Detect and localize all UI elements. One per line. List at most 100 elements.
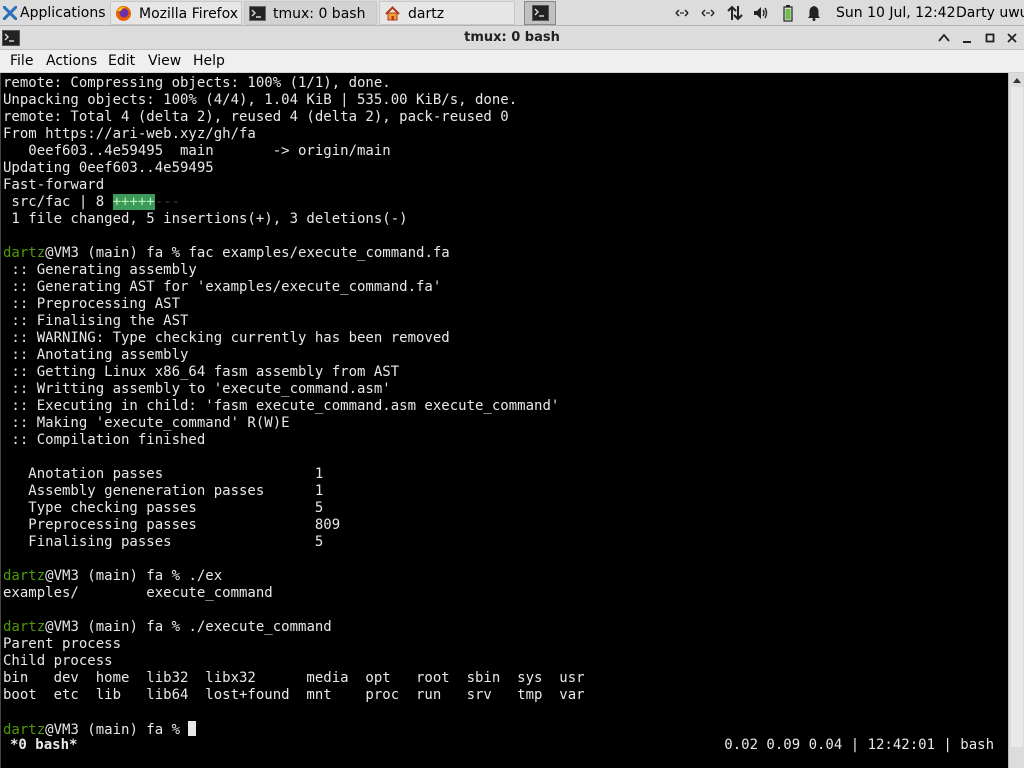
terminal-line-text: :: Finalising the AST <box>3 313 189 329</box>
terminal-line: dartz@VM3 (main) fa % ./ex <box>3 568 1007 585</box>
terminal-line-text: :: Getting Linux x86_64 fasm assembly fr… <box>3 364 400 380</box>
terminal-line-text: Anotation passes 1 <box>3 466 324 482</box>
menu-view[interactable]: View <box>144 50 185 72</box>
terminal-scrollbar[interactable] <box>1008 73 1024 768</box>
window-title: tmux: 0 bash <box>464 30 560 45</box>
applications-menu-button[interactable]: Applications <box>0 1 108 25</box>
firefox-icon <box>116 6 131 21</box>
shade-window-icon[interactable] <box>937 31 951 45</box>
terminal-line-text: Unpacking objects: 100% (4/4), 1.04 KiB … <box>3 92 518 108</box>
terminal-line: :: Making 'execute_command' R(W)E <box>3 415 1007 432</box>
terminal-line: :: Writting assembly to 'execute_command… <box>3 381 1007 398</box>
volume-icon[interactable] <box>752 4 770 22</box>
terminal-line: Preprocessing passes 809 <box>3 517 1007 534</box>
terminal-line: Type checking passes 5 <box>3 500 1007 517</box>
terminal-line-text: boot etc lib lib64 lost+found mnt proc r… <box>3 687 585 703</box>
terminal-line: remote: Compressing objects: 100% (1/1),… <box>3 75 1007 92</box>
terminal-cursor <box>188 721 197 736</box>
terminal-line: Parent process <box>3 636 1007 653</box>
terminal-view[interactable]: remote: Compressing objects: 100% (1/1),… <box>0 73 1008 768</box>
terminal-line-text: :: Writting assembly to 'execute_command… <box>3 381 391 397</box>
taskbar-item-dartz[interactable]: dartz <box>379 1 515 25</box>
terminal-line: Finalising passes 5 <box>3 534 1007 551</box>
menu-edit[interactable]: Edit <box>104 50 139 72</box>
scroll-up-arrow-icon[interactable] <box>1012 76 1022 84</box>
terminal-line: :: Generating AST for 'examples/execute_… <box>3 279 1007 296</box>
window-titlebar[interactable]: tmux: 0 bash <box>0 26 1024 50</box>
xfce-logo-icon <box>3 6 17 20</box>
terminal-line: :: Anotating assembly <box>3 347 1007 364</box>
terminal-line: Unpacking objects: 100% (4/4), 1.04 KiB … <box>3 92 1007 109</box>
terminal-line: remote: Total 4 (delta 2), reused 4 (del… <box>3 109 1007 126</box>
terminal-line: Updating 0eef603..4e59495 <box>3 160 1007 177</box>
notification-bell-icon[interactable] <box>805 4 823 22</box>
user-menu[interactable]: Darty uwu <box>956 1 1024 25</box>
terminal-line-text: src/fac | 8 <box>3 194 113 210</box>
terminal-line: Assembly geneneration passes 1 <box>3 483 1007 500</box>
tmux-status-right: 0.02 0.09 0.04 | 12:42:01 | bash <box>724 737 994 753</box>
terminal-line: examples/ execute_command <box>3 585 1007 602</box>
terminal-line: boot etc lib lib64 lost+found mnt proc r… <box>3 687 1007 704</box>
diffstat-deletions: --- <box>154 194 181 210</box>
prompt-host: @VM3 <box>45 245 79 261</box>
taskbar-item-label: Mozilla Firefox <box>139 6 239 22</box>
top-panel: Applications Mozilla Firefox tmux: 0 bas… <box>0 0 1024 26</box>
network-icon[interactable] <box>673 4 691 22</box>
terminal-line: :: Finalising the AST <box>3 313 1007 330</box>
prompt-user: dartz <box>3 568 46 584</box>
terminal-line-text: Child process <box>3 653 113 669</box>
terminal-launcher-button[interactable] <box>524 1 556 25</box>
menu-actions[interactable]: Actions <box>42 50 101 72</box>
terminal-line: :: Getting Linux x86_64 fasm assembly fr… <box>3 364 1007 381</box>
minimize-window-icon[interactable] <box>960 31 974 45</box>
prompt-host: @VM3 <box>45 619 79 635</box>
terminal-line-text: From https://ari-web.xyz/gh/fa <box>3 126 256 142</box>
menu-help[interactable]: Help <box>189 50 229 72</box>
terminal-icon <box>532 5 549 21</box>
terminal-line-text: :: Compilation finished <box>3 432 206 448</box>
terminal-line-text: Parent process <box>3 636 122 652</box>
taskbar-item-firefox[interactable]: Mozilla Firefox <box>110 1 242 25</box>
terminal-line: :: Compilation finished <box>3 432 1007 449</box>
terminal-line-text: :: WARNING: Type checking currently has … <box>3 330 450 346</box>
terminal-line: Child process <box>3 653 1007 670</box>
terminal-line: 1 file changed, 5 insertions(+), 3 delet… <box>3 211 1007 228</box>
menu-file[interactable]: File <box>6 50 37 72</box>
terminal-line-text: examples/ execute_command <box>3 585 273 601</box>
terminal-line-text: (main) fa % fac examples/execute_command… <box>78 245 450 261</box>
taskbar-item-label: tmux: 0 bash <box>273 6 366 22</box>
terminal-line: dartz@VM3 (main) fa % fac examples/execu… <box>3 245 1007 262</box>
terminal-line-text: Fast-forward <box>3 177 105 193</box>
terminal-line-text: Assembly geneneration passes 1 <box>3 483 324 499</box>
terminal-line-text: 0eef603..4e59495 main -> origin/main <box>3 143 391 159</box>
scrollbar-track[interactable] <box>1011 87 1023 747</box>
terminal-line-text: Updating 0eef603..4e59495 <box>3 160 214 176</box>
taskbar-item-tmux[interactable]: tmux: 0 bash <box>244 1 377 25</box>
close-window-icon[interactable] <box>1005 31 1019 45</box>
terminal-line: 0eef603..4e59495 main -> origin/main <box>3 143 1007 160</box>
battery-icon[interactable] <box>779 4 797 22</box>
network-icon[interactable] <box>699 4 717 22</box>
diffstat-insertions: +++++ <box>112 194 155 210</box>
menubar: File Actions Edit View Help <box>0 50 1024 73</box>
terminal-line: src/fac | 8 +++++--- <box>3 194 1007 211</box>
terminal-line-text: bin dev home lib32 libx32 media opt root… <box>3 670 585 686</box>
terminal-line-text: :: Preprocessing AST <box>3 296 181 312</box>
terminal-icon <box>249 6 266 21</box>
transfer-arrows-icon[interactable] <box>726 4 744 22</box>
terminal-line: Fast-forward <box>3 177 1007 194</box>
taskbar-item-label: dartz <box>408 6 445 22</box>
applications-label: Applications <box>20 5 106 21</box>
maximize-window-icon[interactable] <box>983 31 997 45</box>
home-folder-icon <box>385 6 400 21</box>
terminal-line-text: remote: Compressing objects: 100% (1/1),… <box>3 75 391 91</box>
terminal-line: Anotation passes 1 <box>3 466 1007 483</box>
tmux-window-list[interactable]: *0 bash* <box>10 735 77 755</box>
clock[interactable]: Sun 10 Jul, 12:42 <box>836 1 956 25</box>
tmux-status-bar: *0 bash* 0.02 0.09 0.04 | 12:42:01 | bas… <box>0 735 1008 755</box>
terminal-line: :: Executing in child: 'fasm execute_com… <box>3 398 1007 415</box>
prompt-host: @VM3 <box>45 568 79 584</box>
